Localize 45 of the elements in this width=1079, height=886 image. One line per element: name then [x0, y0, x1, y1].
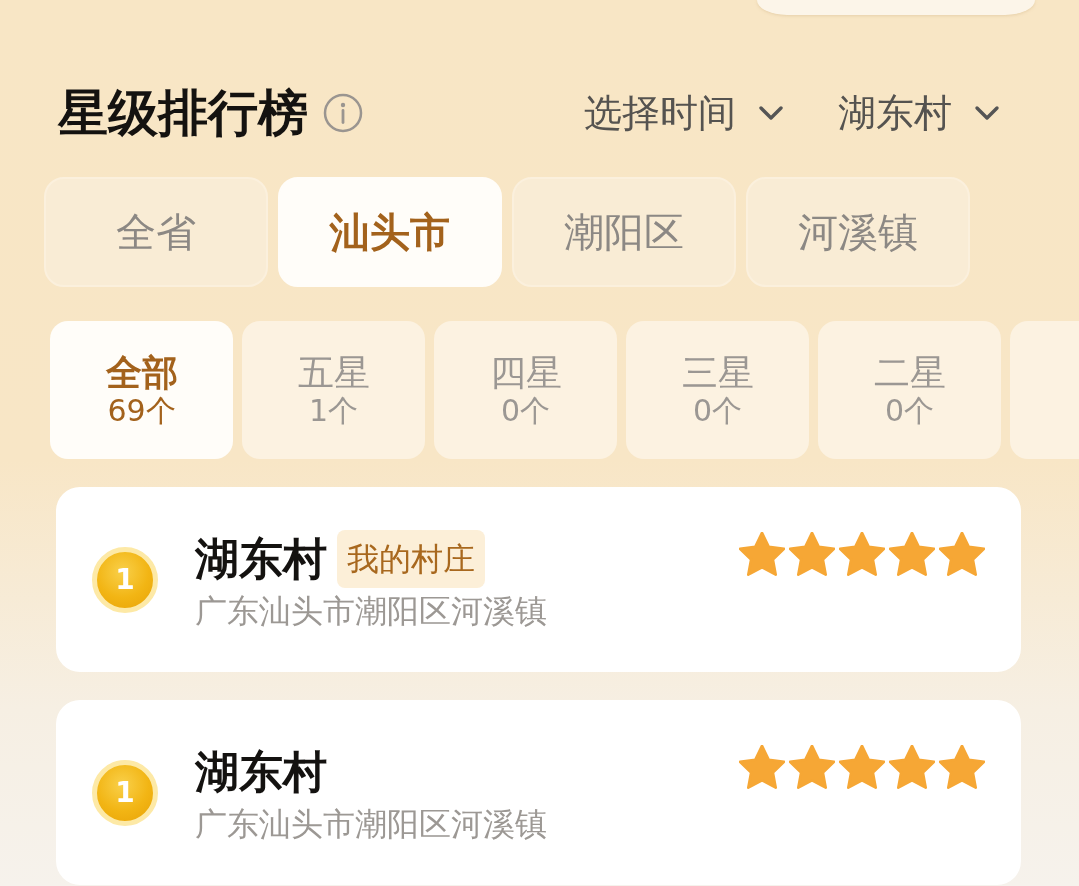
rank-medal: 1	[92, 759, 158, 826]
village-address: 广东汕头市潮阳区河溪镇	[195, 804, 547, 843]
village-name: 湖东村	[195, 531, 327, 586]
chevron-down-icon	[758, 105, 784, 121]
filter-label: 二星	[873, 352, 946, 393]
my-village-tag: 我的村庄	[337, 529, 485, 588]
star-icon	[739, 532, 785, 576]
star-icon	[839, 745, 885, 789]
filter-label: 三星	[681, 352, 754, 393]
filter-label: 全部	[105, 352, 178, 393]
star-icon	[789, 532, 835, 576]
filter-count: 0个	[884, 394, 935, 428]
filter-count: 69个	[107, 394, 176, 428]
star-filter-tab[interactable]: 二星 0个	[818, 321, 1001, 459]
info-icon[interactable]	[323, 93, 363, 133]
ranking-card[interactable]: 1 湖东村 我的村庄 广东汕头市潮阳区河溪镇	[56, 487, 1021, 672]
region-tab[interactable]: 潮阳区	[512, 177, 736, 287]
star-icon	[739, 745, 785, 789]
village-address: 广东汕头市潮阳区河溪镇	[195, 591, 547, 630]
dropdown-button[interactable]: 选择时间	[584, 87, 784, 139]
star-filter-tab[interactable]: 全部 69个	[50, 321, 233, 459]
filter-label: 四星	[489, 352, 562, 393]
filter-count: 1个	[308, 394, 359, 428]
village-name: 湖东村	[195, 744, 327, 799]
rank-medal: 1	[92, 546, 158, 613]
star-icon	[839, 532, 885, 576]
star-filter-tab[interactable]: 三星 0个	[626, 321, 809, 459]
ranking-card[interactable]: 1 湖东村 广东汕头市潮阳区河溪镇	[56, 700, 1021, 885]
star-icon	[789, 745, 835, 789]
region-tab[interactable]: 全省	[44, 177, 268, 287]
region-tab[interactable]: 河溪镇	[746, 177, 970, 287]
region-tab[interactable]: 汕头市	[278, 177, 502, 287]
chevron-down-icon	[974, 105, 1000, 121]
star-filter-tab[interactable]	[1010, 321, 1079, 459]
filter-count: 0个	[692, 394, 743, 428]
star-icon	[889, 745, 935, 789]
star-icon	[939, 532, 985, 576]
star-filter-tab[interactable]: 五星 1个	[242, 321, 425, 459]
star-icon	[889, 532, 935, 576]
star-icon	[939, 745, 985, 789]
filter-label: 五星	[297, 352, 370, 393]
dropdown-button[interactable]: 湖东村	[838, 87, 1000, 139]
star-filter-tab[interactable]: 四星 0个	[434, 321, 617, 459]
page-title: 星级排行榜	[58, 88, 308, 138]
filter-count: 0个	[500, 394, 551, 428]
